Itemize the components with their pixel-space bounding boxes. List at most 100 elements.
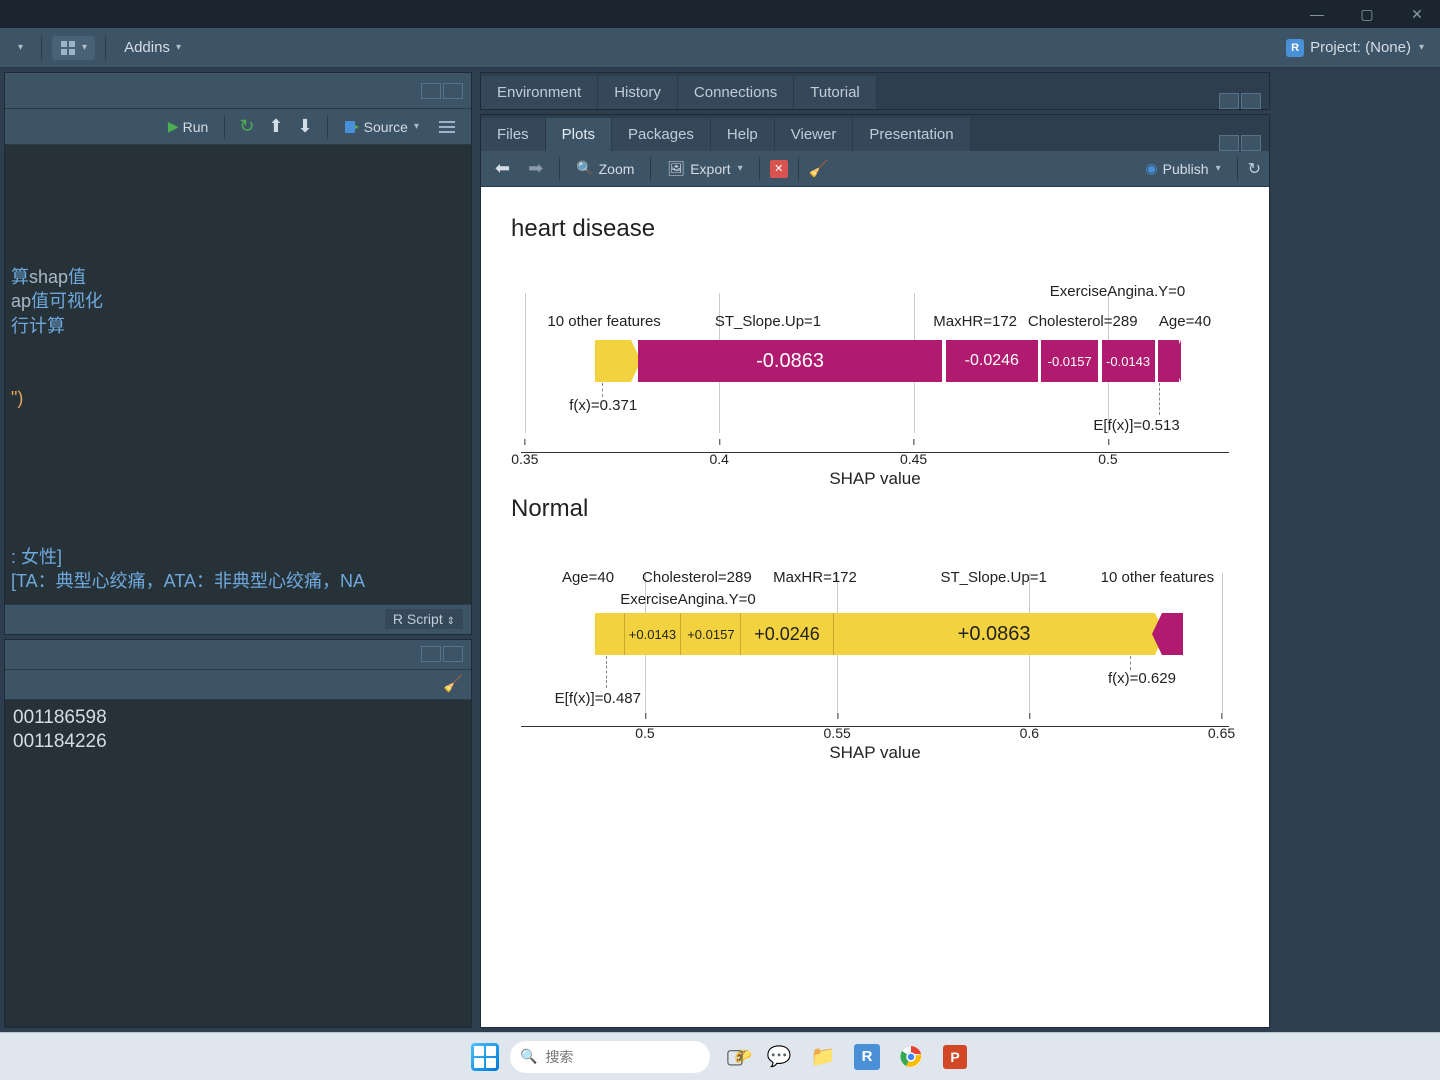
code-text: 值可视化 (31, 291, 103, 311)
pane-maximize-button[interactable] (1241, 135, 1261, 151)
plot-forward-button[interactable]: ➡ (522, 156, 549, 181)
addins-label: Addins (124, 39, 170, 56)
chart-title-2: Normal (511, 495, 1239, 523)
project-selector[interactable]: R Project: (None) ▾ (1278, 35, 1432, 61)
shap-plot-normal: Age=40 Cholesterol=289 MaxHR=172 ST_Slop… (511, 535, 1239, 745)
chrome-icon (899, 1045, 923, 1069)
task-view-button[interactable]: ▢ (716, 1038, 754, 1076)
tab-plots[interactable]: Plots (546, 118, 612, 151)
pane-minimize-button[interactable] (421, 83, 441, 99)
shap-plot-heart-disease: ExerciseAngina.Y=0 10 other features ST_… (511, 255, 1239, 465)
x-axis-label: SHAP value (829, 469, 920, 489)
shap-value: -0.0157 (1048, 354, 1092, 369)
refresh-plot-button[interactable]: ↻ (1248, 159, 1261, 179)
run-button[interactable]: ▶ Run (162, 115, 214, 138)
code-text: ap (11, 291, 31, 311)
search-input[interactable] (545, 1049, 726, 1065)
minimize-button[interactable]: — (1302, 6, 1332, 22)
plot-back-button[interactable]: ⬅ (489, 156, 516, 181)
language-selector[interactable]: R Script ⇕ (385, 609, 463, 629)
tick-label: 0.65 (1208, 725, 1235, 741)
code-text: : 女性] (11, 547, 62, 567)
outline-button[interactable] (431, 116, 463, 138)
tab-presentation[interactable]: Presentation (853, 118, 970, 151)
window-titlebar: — ▢ ✕ (0, 0, 1440, 28)
plot-canvas: heart disease ExerciseAngina.Y=0 10 othe… (481, 187, 1269, 1027)
divider (105, 36, 106, 60)
tick-label: 0.35 (511, 451, 538, 467)
down-arrow-button[interactable]: ⬇ (294, 114, 317, 139)
tick-label: 0.6 (1020, 725, 1039, 741)
tick-label: 0.5 (1098, 451, 1117, 467)
toolbar-misc-button[interactable]: ▾ (8, 38, 31, 57)
pane-minimize-button[interactable] (421, 646, 441, 662)
divider (327, 115, 328, 139)
shap-value: +0.0143 (629, 627, 676, 642)
shap-feature-label: ST_Slope.Up=1 (941, 569, 1047, 586)
code-text: 值 (68, 267, 86, 287)
source-label: Source (364, 119, 408, 135)
maximize-button[interactable]: ▢ (1352, 6, 1382, 23)
run-label: Run (183, 119, 209, 135)
code-text: 算 (11, 267, 29, 287)
pane-minimize-button[interactable] (1219, 135, 1239, 151)
start-menu-button[interactable] (466, 1038, 504, 1076)
divider (798, 157, 799, 181)
taskbar-app-explorer[interactable]: 📁 (804, 1038, 842, 1076)
shap-feature-label: ExerciseAngina.Y=0 (620, 591, 756, 608)
rerun-button[interactable]: ↻ (235, 114, 258, 139)
code-editor[interactable]: 算shap值 ap值可视化 行计算 ") : 女性] [TA：典型心绞痛，ATA… (5, 145, 471, 604)
chart-title-1: heart disease (511, 215, 1239, 243)
publish-icon: ◉ (1145, 160, 1157, 177)
source-button[interactable]: Source ▾ (338, 116, 425, 138)
taskbar-app-rstudio[interactable]: R (848, 1038, 886, 1076)
remove-plot-button[interactable]: ✕ (770, 160, 788, 178)
code-text: 行计算 (11, 316, 65, 336)
pane-maximize-button[interactable] (1241, 93, 1261, 109)
tab-history[interactable]: History (598, 76, 678, 109)
up-arrow-button[interactable]: ⬆ (264, 114, 287, 139)
shap-value: -0.0863 (756, 350, 824, 373)
taskbar-app-wechat[interactable]: 💬 (760, 1038, 798, 1076)
shap-value: +0.0157 (687, 627, 734, 642)
source-icon (344, 119, 360, 135)
tab-help[interactable]: Help (711, 118, 775, 151)
shap-feature-label: MaxHR=172 (773, 569, 857, 586)
console-line: 001184226 (13, 730, 463, 755)
pane-minimize-button[interactable] (1219, 93, 1239, 109)
clear-plots-icon[interactable]: 🧹 (809, 159, 829, 179)
grid-button[interactable]: ▾ (52, 36, 95, 60)
pane-maximize-button[interactable] (443, 83, 463, 99)
tab-packages[interactable]: Packages (612, 118, 711, 151)
export-button[interactable]: 🖼 Export ▾ (661, 157, 748, 180)
tab-environment[interactable]: Environment (481, 76, 598, 109)
clear-console-icon[interactable]: 🧹 (443, 674, 463, 694)
shap-value: +0.0246 (754, 624, 820, 645)
tick-label: 0.4 (709, 451, 728, 467)
pane-maximize-button[interactable] (443, 646, 463, 662)
divider (41, 36, 42, 60)
tab-files[interactable]: Files (481, 118, 546, 151)
code-text: shap (29, 267, 68, 287)
windows-taskbar: 🔍 🌮 ▢ 💬 📁 R P (0, 1032, 1440, 1080)
taskbar-app-powerpoint[interactable]: P (936, 1038, 974, 1076)
addins-button[interactable]: Addins ▾ (116, 35, 189, 60)
publish-button[interactable]: ◉ Publish ▾ (1139, 157, 1226, 180)
tab-tutorial[interactable]: Tutorial (794, 76, 876, 109)
main-toolbar: ▾ ▾ Addins ▾ R Project: (None) ▾ (0, 28, 1440, 68)
tab-connections[interactable]: Connections (678, 76, 794, 109)
taskbar-search[interactable]: 🔍 🌮 (510, 1041, 710, 1073)
grid-icon (60, 40, 76, 56)
taskbar-app-chrome[interactable] (892, 1038, 930, 1076)
divider (224, 115, 225, 139)
x-axis-label: SHAP value (829, 743, 920, 763)
console-output[interactable]: 001186598 001184226 (5, 700, 471, 1027)
run-icon: ▶ (168, 118, 179, 135)
shap-feature-label: ExerciseAngina.Y=0 (1050, 283, 1186, 300)
zoom-button[interactable]: 🔍 Zoom (570, 157, 640, 180)
shap-feature-label: ST_Slope.Up=1 (715, 313, 821, 330)
code-text: [TA：典型心绞痛，ATA：非典型心绞痛，NA (11, 571, 365, 591)
close-button[interactable]: ✕ (1402, 6, 1432, 23)
tab-viewer[interactable]: Viewer (775, 118, 854, 151)
shap-feature-label: Cholesterol=289 (642, 569, 752, 586)
